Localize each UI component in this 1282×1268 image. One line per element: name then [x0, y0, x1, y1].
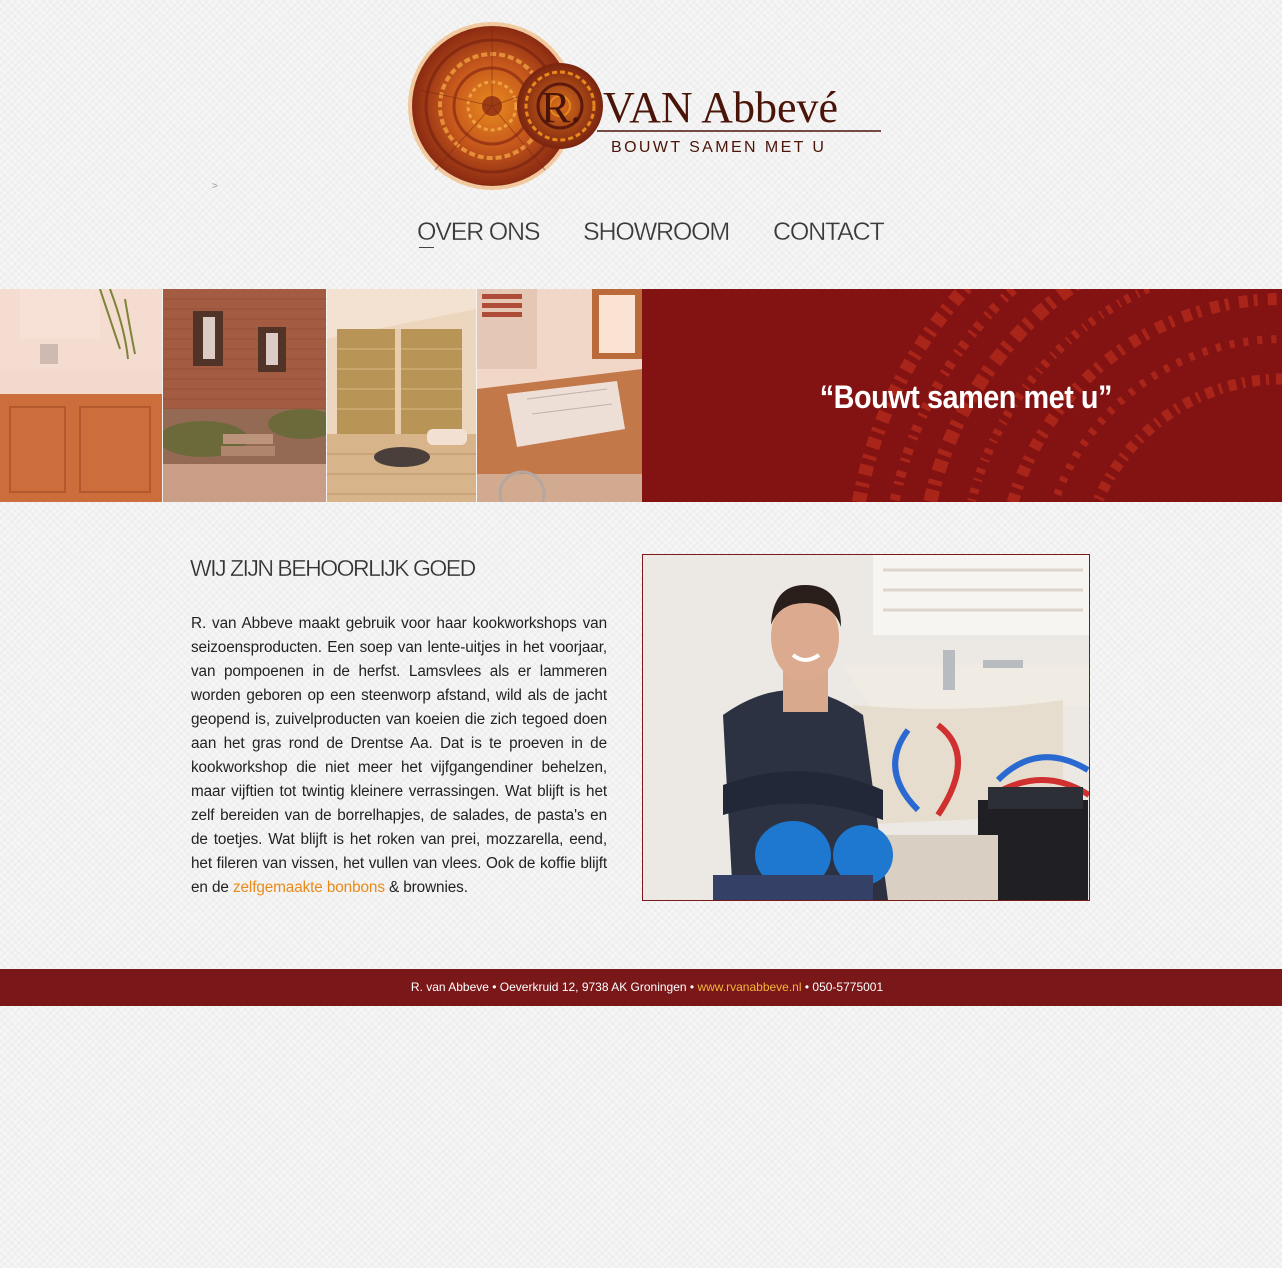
footer-separator: •: [686, 980, 698, 994]
paragraph-text: R. van Abbeve maakt gebruik voor haar ko…: [191, 615, 607, 896]
footer-company: R. van Abbeve: [410, 980, 489, 994]
banner-photo-brick-house: [163, 289, 326, 502]
footer-website-link[interactable]: www.rvanabbeve.nl: [697, 980, 801, 994]
bonbons-link[interactable]: zelfgemaakte bonbons: [233, 879, 385, 896]
hero-banner: “Bouwt samen met u”: [0, 289, 1282, 502]
logo-tagline: BOUWT SAMEN MET U: [611, 139, 826, 156]
site-logo[interactable]: R. VAN Abbevé BOUWT SAMEN MET U: [405, 20, 885, 192]
footer-phone: 050-5775001: [812, 980, 884, 994]
plumber-photo: [642, 554, 1090, 901]
footer-separator: •: [488, 980, 500, 994]
footer-address: Oeverkruid 12, 9738 AK Groningen: [499, 980, 687, 994]
paragraph-end: & brownies.: [384, 879, 468, 896]
nav-contact[interactable]: CONTACT: [773, 218, 885, 247]
breadcrumb-separator: >: [212, 181, 218, 192]
logo-name: VAN Abbevé: [603, 83, 838, 132]
banner-photo-attic: [327, 289, 476, 502]
banner-photo-drafting-table: [477, 289, 642, 502]
main-nav: OVER ONS SHOWROOM CONTACT: [0, 218, 1282, 254]
logo-initial: R.: [541, 83, 581, 132]
banner-photo-bathroom: [0, 289, 162, 502]
footer-separator: •: [801, 980, 813, 994]
active-nav-indicator: [419, 247, 434, 248]
footer-info: R. van Abbeve • Oeverkruid 12, 9738 AK G…: [0, 969, 1282, 1006]
page-heading: WIJ ZIJN BEHOORLIJK GOED: [190, 555, 477, 581]
nav-showroom[interactable]: SHOWROOM: [583, 218, 730, 247]
nav-over-ons[interactable]: OVER ONS: [417, 218, 541, 247]
banner-tagline: “Bouwt samen met u”: [819, 379, 1113, 415]
intro-paragraph: R. van Abbeve maakt gebruik voor haar ko…: [191, 612, 607, 900]
site-footer: R. van Abbeve • Oeverkruid 12, 9738 AK G…: [0, 969, 1282, 1006]
banner-tagline-panel: “Bouwt samen met u”: [642, 289, 1282, 502]
